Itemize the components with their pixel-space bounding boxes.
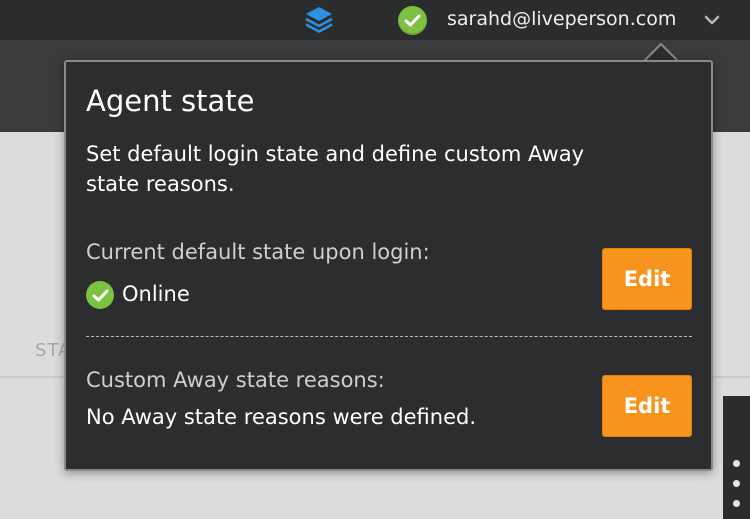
more-options-handle[interactable] xyxy=(723,396,750,519)
away-reasons-value: No Away state reasons were defined. xyxy=(86,405,477,429)
layers-icon[interactable] xyxy=(304,6,334,34)
chevron-down-icon[interactable] xyxy=(704,14,720,26)
popover-description: Set default login state and define custo… xyxy=(86,142,584,196)
top-bar: sarahd@liveperson.com xyxy=(0,0,750,40)
check-circle-icon xyxy=(404,14,421,27)
default-state-label: Current default state upon login: xyxy=(86,240,430,264)
popover-title: Agent state xyxy=(86,84,255,118)
section-divider xyxy=(86,336,692,337)
more-dot-icon xyxy=(733,460,740,467)
more-dot-icon xyxy=(733,480,740,487)
online-state-icon xyxy=(86,281,114,309)
edit-default-state-button[interactable]: Edit xyxy=(602,248,692,310)
agent-state-popover: Agent state Set default login state and … xyxy=(64,60,713,471)
away-reasons-label: Custom Away state reasons: xyxy=(86,368,385,392)
check-icon xyxy=(92,289,109,302)
user-email-menu[interactable]: sarahd@liveperson.com xyxy=(447,8,676,30)
online-status-icon[interactable] xyxy=(398,6,427,35)
default-state-value: Online xyxy=(122,282,190,306)
more-dot-icon xyxy=(733,500,740,507)
edit-away-reasons-button[interactable]: Edit xyxy=(602,375,692,437)
